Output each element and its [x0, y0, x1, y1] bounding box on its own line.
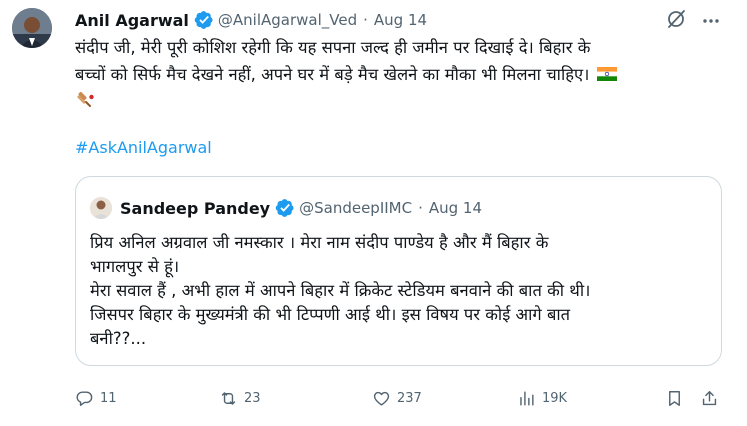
views-button[interactable]: 19K — [517, 384, 567, 412]
tweet-text: संदीप जी, मेरी पूरी कोशिश रहेगी कि यह सप… — [75, 34, 725, 115]
tweet-header: Anil Agarwal @AnilAgarwal_Ved · Aug 14 — [75, 8, 427, 32]
quoted-author-handle[interactable]: @SandeepIIMC — [299, 199, 412, 217]
quoted-text-line: मेरा सवाल हैं , अभी हाल में आपने बिहार म… — [90, 281, 591, 300]
like-count: 237 — [397, 390, 422, 406]
quoted-tweet-header: Sandeep Pandey @SandeepIIMC · Aug 14 — [90, 197, 482, 219]
tweet-text-line: बच्चों को सिर्फ मैच देखने नहीं, अपने घर … — [75, 61, 725, 88]
reply-button[interactable]: 11 — [75, 384, 117, 412]
cricket-bat-icon — [75, 91, 95, 111]
quoted-author-name[interactable]: Sandeep Pandey — [120, 199, 270, 218]
verified-badge-icon — [194, 10, 214, 30]
tweet[interactable]: Anil Agarwal @AnilAgarwal_Ved · Aug 14 स… — [0, 0, 747, 426]
share-icon — [702, 390, 717, 405]
tweet-text-line-content: बच्चों को सिर्फ मैच देखने नहीं, अपने घर … — [75, 65, 590, 84]
verified-badge-icon — [275, 198, 295, 218]
quoted-text-line: बनी??... — [90, 329, 147, 348]
reply-count: 11 — [100, 390, 117, 406]
share-button[interactable] — [700, 384, 725, 412]
separator-dot: · — [418, 199, 423, 217]
author-handle[interactable]: @AnilAgarwal_Ved — [218, 11, 357, 29]
reply-icon — [76, 390, 93, 406]
author-avatar[interactable] — [12, 8, 52, 48]
like-button[interactable]: 237 — [372, 384, 422, 412]
tweet-text-line: संदीप जी, मेरी पूरी कोशिश रहेगी कि यह सप… — [75, 38, 591, 57]
bookmark-icon — [669, 390, 680, 406]
bookmark-button[interactable] — [665, 384, 690, 412]
quoted-tweet-text: प्रिय अनिल अग्रवाल जी नमस्कार । मेरा नाम… — [90, 231, 710, 351]
author-name[interactable]: Anil Agarwal — [75, 11, 189, 30]
views-icon — [520, 390, 534, 406]
like-icon — [373, 391, 390, 406]
quoted-text-line: भागलपुर से हूं। — [90, 257, 180, 276]
views-count: 19K — [542, 390, 568, 406]
separator-dot: · — [363, 11, 368, 29]
quoted-tweet-date[interactable]: Aug 14 — [429, 199, 482, 217]
tweet-date[interactable]: Aug 14 — [374, 11, 427, 29]
action-bar: 11 23 237 19K — [0, 384, 747, 412]
india-flag-icon — [596, 62, 617, 81]
hashtag-link[interactable]: #AskAnilAgarwal — [75, 138, 212, 157]
quoted-text-line: जिसपर बिहार के मुख्यमंत्री की भी टिप्पणी… — [90, 305, 571, 324]
tweet-text-line — [75, 88, 725, 115]
more-icon[interactable] — [700, 10, 722, 32]
grok-icon[interactable] — [665, 8, 687, 30]
quoted-text-line: प्रिय अनिल अग्रवाल जी नमस्कार । मेरा नाम… — [90, 233, 549, 252]
quoted-tweet[interactable]: Sandeep Pandey @SandeepIIMC · Aug 14 प्र… — [75, 176, 722, 366]
quoted-author-avatar[interactable] — [90, 197, 112, 219]
retweet-icon — [221, 391, 236, 405]
retweet-button[interactable]: 23 — [219, 384, 261, 412]
retweet-count: 23 — [244, 390, 261, 406]
